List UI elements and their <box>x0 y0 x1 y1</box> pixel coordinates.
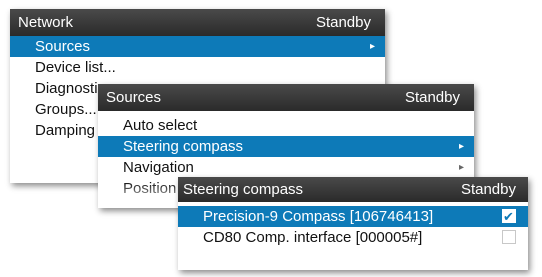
network-header: Network Standby <box>10 9 385 36</box>
steering-compass-panel: Steering compass Standby Precision-9 Com… <box>178 177 528 270</box>
checkbox-empty-icon[interactable] <box>502 230 516 244</box>
sources-item-navigation[interactable]: Navigation ▸ <box>98 157 474 178</box>
network-item-label: Device list... <box>35 59 116 76</box>
sources-header: Sources Standby <box>98 84 474 111</box>
compass-item-label: CD80 Comp. interface [000005#] <box>203 229 423 246</box>
compass-title: Steering compass <box>183 181 304 198</box>
network-status: Standby <box>315 14 371 31</box>
network-item-device-list[interactable]: Device list... <box>10 57 385 78</box>
sources-item-auto-select[interactable]: Auto select <box>98 115 474 136</box>
sources-item-label: Navigation <box>123 159 194 176</box>
checkmark-icon: ✔ <box>503 209 514 224</box>
sources-status: Standby <box>404 89 460 106</box>
compass-item-label: Precision-9 Compass [106746413] <box>203 208 434 225</box>
fade-overlay <box>178 252 528 270</box>
chevron-right-icon: ▸ <box>458 141 464 152</box>
sources-item-label: Steering compass <box>123 138 244 155</box>
chevron-right-icon: ▸ <box>458 162 464 173</box>
compass-status: Standby <box>460 181 516 198</box>
network-item-label: Sources <box>35 38 91 55</box>
sources-item-steering-compass[interactable]: Steering compass ▸ <box>98 136 474 157</box>
sources-item-label: Position <box>123 180 177 197</box>
compass-header: Steering compass Standby <box>178 177 528 202</box>
checkbox-checked-icon[interactable]: ✔ <box>502 209 516 224</box>
network-item-label: Damping <box>35 122 96 139</box>
sources-title: Sources <box>106 89 162 106</box>
network-item-label: Groups... <box>35 101 97 118</box>
compass-item-precision-9[interactable]: Precision-9 Compass [106746413] ✔ <box>178 206 528 227</box>
network-item-sources[interactable]: Sources ▸ <box>10 36 385 57</box>
compass-item-cd80[interactable]: CD80 Comp. interface [000005#] <box>178 227 528 248</box>
chevron-right-icon: ▸ <box>369 41 375 52</box>
network-title: Network <box>18 14 74 31</box>
sources-item-label: Auto select <box>123 117 198 134</box>
